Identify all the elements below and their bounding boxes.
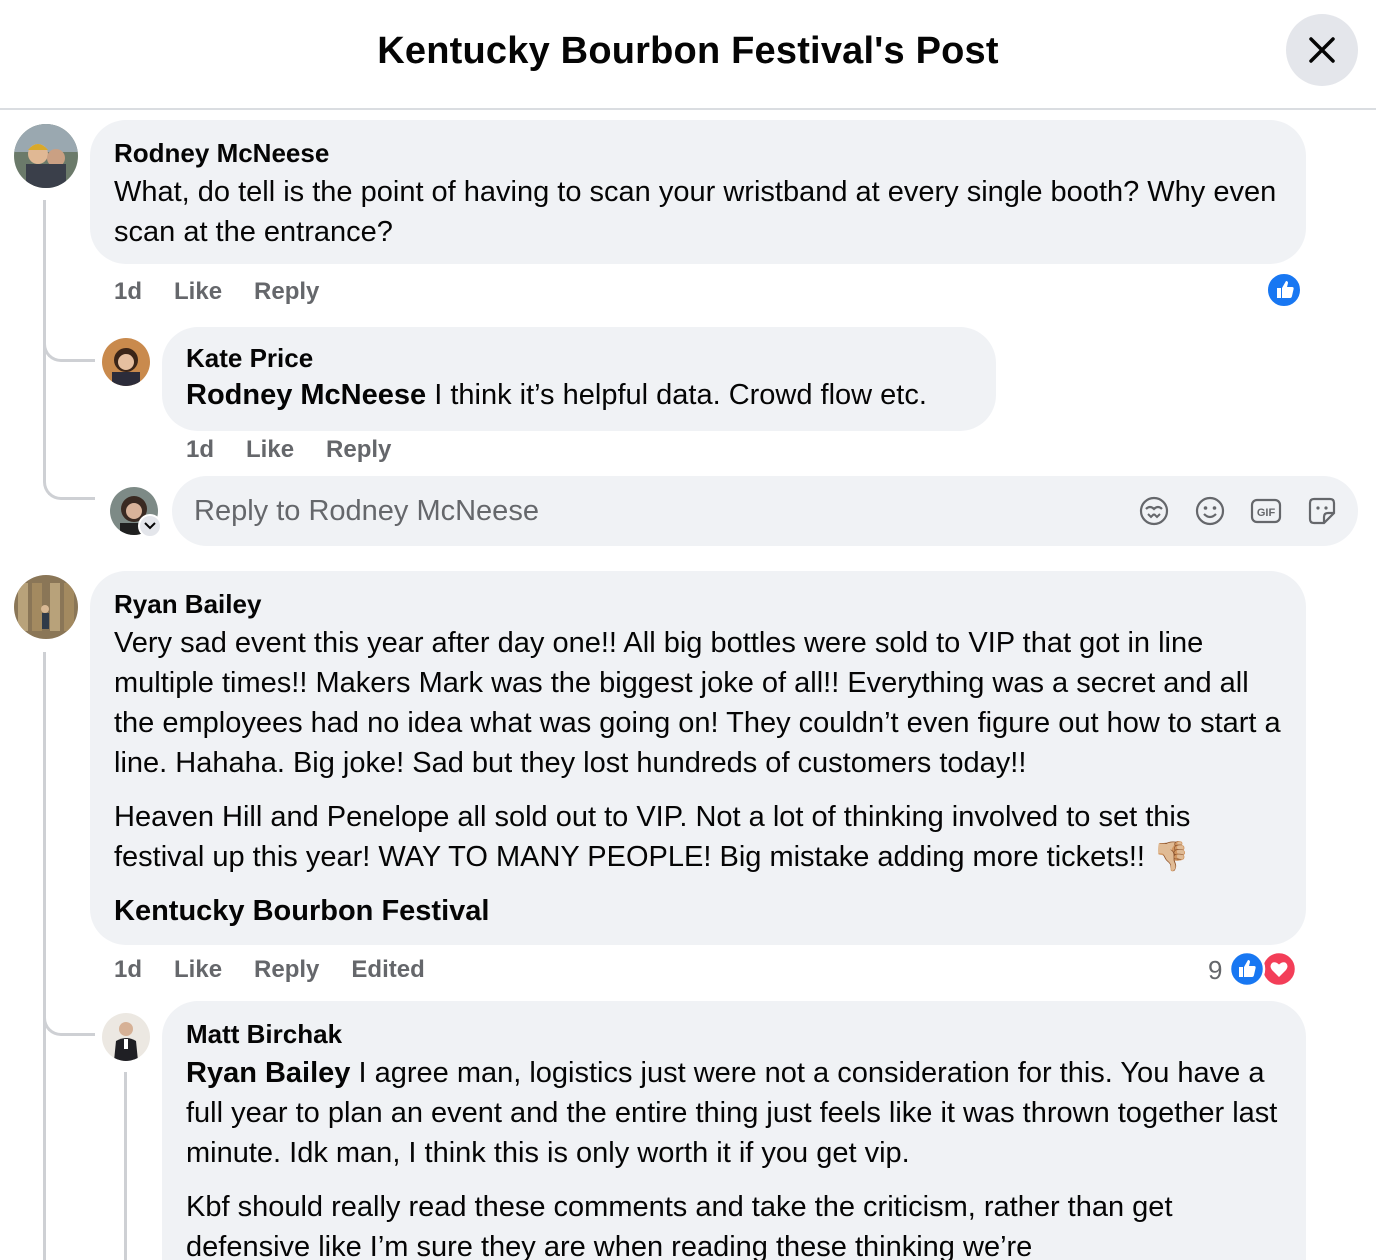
chevron-down-icon (144, 522, 156, 530)
reply-button[interactable]: Reply (254, 278, 319, 306)
comment-time[interactable]: 1d (186, 436, 214, 464)
sticker-icon[interactable] (1306, 495, 1338, 527)
thread-line (43, 652, 46, 1260)
comment-time[interactable]: 1d (114, 956, 142, 984)
comment-text: Heaven Hill and Penelope all sold out to… (114, 801, 1191, 873)
comment-text: Rodney McNeese I think it’s helpful data… (186, 375, 972, 415)
avatar-rodney[interactable] (14, 124, 78, 188)
gif-icon[interactable]: GIF (1250, 495, 1282, 527)
comment-author[interactable]: Ryan Bailey (114, 589, 1282, 619)
svg-text:GIF: GIF (1257, 507, 1276, 519)
avatar-kate[interactable] (102, 338, 150, 386)
emoji-icon[interactable] (1194, 495, 1226, 527)
comment-actions: 1d Like Reply (114, 278, 319, 306)
like-button[interactable]: Like (174, 956, 222, 984)
avatar-matt[interactable] (102, 1013, 150, 1061)
thread-connector (43, 460, 95, 500)
reply-input[interactable] (194, 476, 1094, 546)
like-reaction-icon (1228, 950, 1266, 988)
close-icon (1309, 37, 1335, 63)
mention-link[interactable]: Rodney McNeese (186, 379, 426, 411)
avatar-ryan[interactable] (14, 575, 78, 639)
comment-text: Kbf should really read these comments an… (186, 1191, 1173, 1260)
like-reaction-icon (1266, 272, 1302, 308)
reply-composer: GIF (172, 476, 1358, 546)
comment-author[interactable]: Kate Price (186, 343, 972, 373)
comment-actions: 1d Like Reply Edited (114, 956, 425, 984)
page-title: Kentucky Bourbon Festival's Post (377, 30, 999, 72)
reaction-count[interactable]: 9 (1208, 955, 1222, 986)
edited-label[interactable]: Edited (351, 956, 424, 984)
like-button[interactable]: Like (246, 436, 294, 464)
tagged-page-link[interactable]: Kentucky Bourbon Festival (114, 891, 1282, 931)
post-header: Kentucky Bourbon Festival's Post (0, 0, 1376, 110)
like-button[interactable]: Like (174, 278, 222, 306)
comment-text: What, do tell is the point of having to … (114, 176, 1277, 248)
comment-author[interactable]: Rodney McNeese (114, 138, 1282, 168)
close-button[interactable] (1286, 14, 1358, 86)
reply-bubble: Matt Birchak Ryan Bailey I agree man, lo… (162, 1001, 1306, 1260)
comment-bubble: Ryan Bailey Very sad event this year aft… (90, 571, 1306, 945)
thread-line (124, 1072, 127, 1260)
avatar-sticker-icon[interactable] (1138, 495, 1170, 527)
comment-body: I think it’s helpful data. Crowd flow et… (426, 379, 927, 411)
comment-time[interactable]: 1d (114, 278, 142, 306)
thread-connector (43, 996, 95, 1036)
thread-connector (43, 320, 95, 362)
mention-link[interactable]: Ryan Bailey (186, 1057, 350, 1089)
comment-body: I agree man, logistics just were not a c… (186, 1057, 1278, 1169)
comment-text: Very sad event this year after day one!!… (114, 627, 1281, 779)
reply-button[interactable]: Reply (326, 436, 391, 464)
account-switch-chevron[interactable] (138, 514, 162, 538)
reply-bubble: Kate Price Rodney McNeese I think it’s h… (162, 327, 996, 431)
reaction-summary[interactable] (1266, 272, 1302, 313)
comment-actions: 1d Like Reply (186, 436, 391, 464)
comment-bubble: Rodney McNeese What, do tell is the poin… (90, 120, 1306, 264)
comment-text: Ryan Bailey I agree man, logistics just … (186, 1053, 1282, 1173)
reply-button[interactable]: Reply (254, 956, 319, 984)
comment-author[interactable]: Matt Birchak (186, 1019, 1282, 1049)
